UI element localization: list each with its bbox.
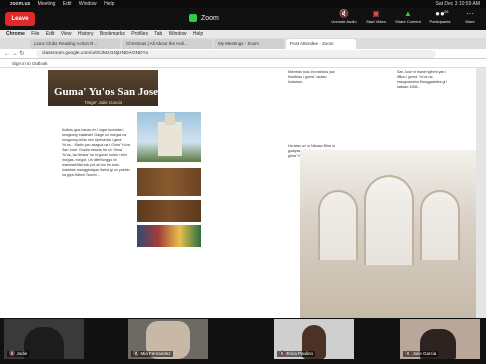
tab-christmas[interactable]: Christmas | All About the Holi... — [122, 39, 212, 49]
article-title: Guma' Yu'os San Jose — [54, 86, 159, 98]
stained-glass-photo — [137, 225, 201, 247]
microphone-slash-icon: 🔇 — [339, 9, 349, 18]
participant-tile[interactable]: 🔇 Mia Fernandez — [128, 319, 208, 359]
chrome-menu-file[interactable]: File — [31, 31, 39, 37]
carved-panel-photo-2 — [137, 200, 201, 222]
clock: Sat Dec 3 10:59 AM — [435, 1, 480, 7]
participant-count-badge: 26 — [444, 9, 449, 14]
article-column-3: San Jose ni mané'ngfrent yan i lifitun i… — [397, 70, 448, 89]
tab-post-attendee[interactable]: Post Attendee - Zoom — [286, 39, 356, 49]
article-column-2: Mientras todu ini mafotos yan fina'tinas… — [288, 70, 335, 84]
participant-tile[interactable]: 🔇 Julie Garcia — [400, 319, 480, 359]
chrome-menu-chrome[interactable]: Chrome — [6, 31, 25, 37]
menu-edit[interactable]: Edit — [63, 1, 72, 7]
mute-icon: 🔇 — [279, 351, 286, 357]
participants-button[interactable]: ●● Participants — [426, 10, 454, 30]
chrome-menu-help[interactable]: Help — [193, 31, 203, 37]
menu-window[interactable]: Window — [79, 1, 97, 7]
chrome-menu-bar: Chrome File Edit View History Bookmarks … — [0, 30, 486, 38]
chrome-menu-window[interactable]: Window — [169, 31, 187, 37]
chrome-menu-bookmarks[interactable]: Bookmarks — [100, 31, 125, 37]
forward-icon[interactable]: → — [12, 51, 18, 57]
bookmark-outlook[interactable]: Sign in to Outlook — [12, 61, 48, 66]
bookmarks-bar: Sign in to Outlook — [0, 59, 486, 68]
article-column-1: Kuāntu gua hanao en i lugar bumisita I s… — [62, 128, 131, 177]
chrome-menu-history[interactable]: History — [78, 31, 94, 37]
reload-icon[interactable]: ↻ — [19, 51, 24, 57]
url-input[interactable]: classroom.google.com/u/0/c/MzI1NjIzNDAON… — [36, 50, 436, 58]
mac-menu-bar: zoom.us Meeting Edit Window Help Sat Dec… — [0, 0, 486, 8]
menu-meeting[interactable]: Meeting — [38, 1, 56, 7]
scrollbar[interactable] — [476, 68, 486, 318]
arch-left — [318, 190, 358, 260]
church-building — [158, 122, 182, 156]
article-author: Tinige' Julie Garcia — [84, 100, 123, 105]
participant-name: 🔇 Erica Paulino — [277, 351, 316, 357]
share-screen-icon: ▲ — [404, 9, 412, 18]
chrome-menu-profiles[interactable]: Profiles — [131, 31, 148, 37]
mute-icon: 🔇 — [9, 351, 16, 357]
app-menu[interactable]: zoom.us — [10, 1, 30, 7]
participant-tile[interactable]: 🔇 Jodie — [4, 319, 84, 359]
participant-video — [24, 327, 64, 359]
tab-my-meetings[interactable]: My Meetings - Zoom — [214, 39, 284, 49]
tab-lions-clubs[interactable]: Lions Clubs Reading Action R... — [30, 39, 120, 49]
participant-tile[interactable]: 🔇 Erica Paulino — [274, 319, 354, 359]
nav-buttons: ← → ↻ — [4, 50, 24, 58]
back-icon[interactable]: ← — [4, 51, 10, 57]
participant-name: 🔇 Mia Fernandez — [131, 351, 173, 357]
chrome-menu-tab[interactable]: Tab — [154, 31, 162, 37]
chrome-menu-view[interactable]: View — [61, 31, 72, 37]
chrome-menu-edit[interactable]: Edit — [46, 31, 55, 37]
menu-help[interactable]: Help — [104, 1, 114, 7]
mute-icon: 🔇 — [133, 351, 140, 357]
more-icon: ··· — [466, 9, 474, 18]
church-tower — [165, 113, 175, 125]
unmute-audio-button[interactable]: 🔇 Unmute Audio — [330, 10, 358, 30]
participant-name: 🔇 Jodie — [7, 351, 30, 357]
carved-panel-photo — [137, 168, 201, 196]
video-camera-slash-icon: ▣ — [372, 9, 380, 18]
meeting-status-icon — [189, 14, 197, 22]
share-content-button[interactable]: ▲ Share Content — [394, 10, 422, 30]
zoom-title: Zoom — [201, 15, 219, 22]
arch-center — [364, 175, 414, 265]
start-video-button[interactable]: ▣ Start Video — [362, 10, 390, 30]
leave-button[interactable]: Leave — [5, 12, 35, 26]
participant-name: 🔇 Julie Garcia — [403, 351, 439, 357]
arch-right — [420, 190, 460, 260]
more-button[interactable]: ··· More — [456, 10, 484, 30]
mute-icon: 🔇 — [405, 351, 412, 357]
